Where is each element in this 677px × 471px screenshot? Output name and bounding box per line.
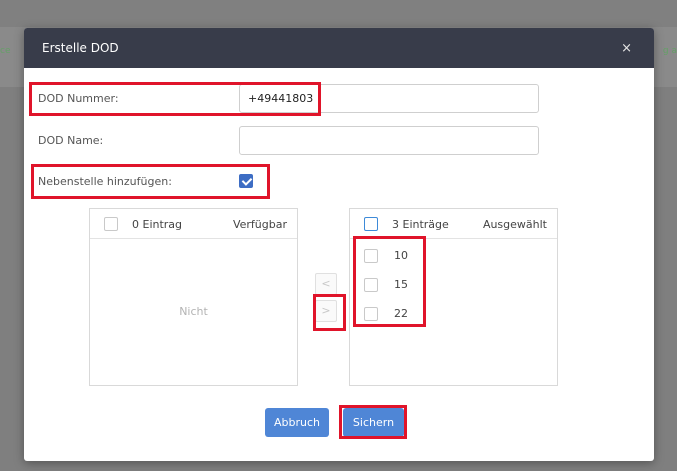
dialog-header: Erstelle DOD × [24,28,654,68]
selected-title: Ausgewählt [482,218,547,231]
selected-list-header: 3 Einträge Ausgewählt [350,209,557,239]
add-extension-label: Nebenstelle hinzufügen: [38,175,172,188]
selected-count: 3 Einträge [392,218,449,231]
list-item-label: 15 [394,278,408,291]
chevron-left-icon: < [321,277,331,290]
available-list-header: 0 Eintrag Verfügbar [90,209,297,239]
close-icon[interactable]: × [621,41,632,56]
dialog-title: Erstelle DOD [42,41,119,55]
move-left-button[interactable]: < [315,273,337,295]
move-right-button[interactable]: > [315,300,337,322]
dod-name-label: DOD Name: [38,134,104,147]
list-item[interactable]: 22 [350,300,557,328]
dod-name-input[interactable] [239,126,539,155]
dod-number-label: DOD Nummer: [38,92,119,105]
list-item-label: 10 [394,249,408,262]
dod-number-row: DOD Nummer: [24,84,654,114]
cancel-button[interactable]: Abbruch [265,408,329,437]
available-empty-text: Nicht [179,305,208,318]
dod-name-row: DOD Name: [24,126,654,156]
list-item-label: 22 [394,307,408,320]
add-extension-checkbox[interactable] [239,174,253,188]
add-extension-row: Nebenstelle hinzufügen: [24,167,654,197]
available-count: 0 Eintrag [132,218,183,231]
background-text-right: g a [662,46,677,56]
list-item[interactable]: 15 [350,271,557,299]
background-top [0,0,677,27]
selected-list: 3 Einträge Ausgewählt 10 15 22 [349,208,558,386]
list-item-checkbox[interactable] [364,307,378,321]
list-item[interactable]: 10 [350,242,557,270]
selected-select-all-checkbox[interactable] [364,217,378,231]
available-title: Verfügbar [232,218,287,231]
list-item-checkbox[interactable] [364,278,378,292]
create-dod-dialog: Erstelle DOD × DOD Nummer: DOD Name: Neb… [24,28,654,461]
available-select-all-checkbox[interactable] [104,217,118,231]
dod-number-input[interactable] [239,84,539,113]
save-button[interactable]: Sichern [343,408,404,437]
background-text-left: ce [0,46,11,56]
available-list: 0 Eintrag Verfügbar Nicht [89,208,298,386]
list-item-checkbox[interactable] [364,249,378,263]
chevron-right-icon: > [321,304,331,317]
